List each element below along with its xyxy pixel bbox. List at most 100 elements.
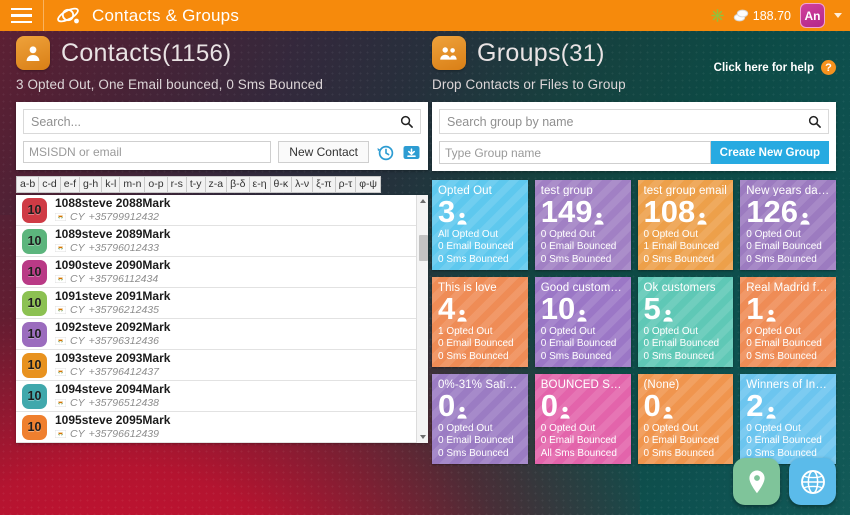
contact-country: CY bbox=[70, 334, 85, 347]
scroll-down-arrow-icon[interactable] bbox=[417, 431, 428, 443]
alpha-tab-11[interactable]: ε-η bbox=[248, 176, 270, 193]
contact-row[interactable]: 10 1090steve 2090Mark CY +35796112434 bbox=[16, 257, 416, 288]
person-icon bbox=[765, 406, 776, 419]
group-sms-bounced: 0 Sms Bounced bbox=[746, 350, 817, 362]
planet-orbit-logo-icon[interactable] bbox=[56, 6, 82, 26]
contacts-title: Contacts(1156) bbox=[61, 39, 231, 68]
contact-row[interactable]: 10 1094steve 2094Mark CY +35796512438 bbox=[16, 381, 416, 412]
group-sms-bounced: 0 Sms Bounced bbox=[540, 253, 612, 265]
group-tile-count-wrap: 1 bbox=[746, 291, 830, 326]
contact-phone: +35796312436 bbox=[88, 334, 159, 347]
groups-title-text: Groups bbox=[477, 38, 561, 67]
contact-country: CY bbox=[70, 303, 85, 316]
sparkle-icon[interactable] bbox=[710, 9, 724, 22]
alpha-tab-2[interactable]: e-f bbox=[59, 176, 80, 193]
contact-count-badge: 10 bbox=[22, 197, 47, 223]
contacts-list-scroll-area: 10 1088steve 2088Mark CY +35799912432 10 1089… bbox=[16, 195, 416, 443]
group-tile-stats: 0 Opted Out 0 Email Bounced All Sms Bounce… bbox=[541, 423, 625, 461]
group-tile-count-wrap: 149 bbox=[541, 194, 625, 229]
group-opted-out: 0 Opted Out bbox=[746, 325, 801, 337]
question-mark-icon[interactable]: ? bbox=[821, 60, 836, 75]
alpha-tab-7[interactable]: r-s bbox=[166, 176, 186, 193]
alpha-tab-12[interactable]: θ-κ bbox=[269, 176, 292, 193]
contacts-panel: Contacts(1156) 3 Opted Out, One Email bo… bbox=[16, 36, 428, 443]
new-contact-button[interactable]: New Contact bbox=[278, 141, 369, 163]
contact-row[interactable]: 10 1093steve 2093Mark CY +35796412437 bbox=[16, 350, 416, 381]
alpha-tab-3[interactable]: g-h bbox=[79, 176, 102, 193]
contact-row[interactable]: 10 1092steve 2092Mark CY +35796312436 bbox=[16, 319, 416, 350]
credit-balance[interactable]: 188.70 bbox=[733, 9, 791, 23]
contact-row[interactable]: 10 1091steve 2091Mark CY +35796212435 bbox=[16, 288, 416, 319]
contact-info: 1089steve 2089Mark CY +35796012433 bbox=[55, 227, 170, 254]
hamburger-menu-icon[interactable] bbox=[0, 0, 44, 31]
contact-row[interactable]: 10 1089steve 2089Mark CY +35796012433 bbox=[16, 226, 416, 257]
person-icon bbox=[663, 309, 673, 322]
groups-search-box: Create New Group bbox=[432, 102, 836, 171]
contact-info: 1091steve 2091Mark CY +35796212435 bbox=[55, 289, 170, 316]
group-tile-count: 126 bbox=[746, 193, 798, 229]
group-search-input[interactable] bbox=[447, 114, 808, 129]
alpha-tab-6[interactable]: o-p bbox=[144, 176, 167, 193]
alpha-tab-15[interactable]: ρ-τ bbox=[334, 176, 356, 193]
group-tile[interactable]: Ok customers 5 0 Opted Out 0 Email Bounced 0… bbox=[637, 277, 734, 367]
alpha-tab-9[interactable]: z-a bbox=[204, 176, 227, 193]
contact-phone: +35796512438 bbox=[88, 396, 159, 409]
group-tile-stats: 0 Opted Out 0 Email Bounced 0 Sms Bounced bbox=[644, 423, 728, 461]
group-tile[interactable]: 0%-31% Satisfac...00 Opted Out0 Email Bo… bbox=[432, 374, 528, 464]
help-link[interactable]: Click here for help ? bbox=[714, 60, 836, 75]
group-tile[interactable]: BOUNCED SMS 0 0 Opted Out 0 Email Bounced Al… bbox=[534, 374, 631, 464]
contacts-search-input[interactable] bbox=[31, 114, 400, 129]
group-tile[interactable]: Opted Out 3 All Opted Out 0 Email Bounced 0 … bbox=[432, 180, 528, 270]
alpha-tab-4[interactable]: k-l bbox=[101, 176, 120, 193]
scrollbar-thumb[interactable] bbox=[418, 235, 428, 261]
group-tile-count-wrap: 3 bbox=[438, 194, 522, 229]
contact-phone-meta: CY +35796212435 bbox=[55, 304, 170, 316]
contact-country: CY bbox=[70, 396, 85, 409]
credit-value: 188.70 bbox=[752, 8, 791, 23]
globe-fab[interactable] bbox=[789, 458, 836, 505]
contact-count-badge: 10 bbox=[22, 414, 47, 440]
group-tile[interactable]: Winners of Insta...20 Opted Out0 Email B… bbox=[740, 374, 836, 464]
group-tile[interactable]: test group 149 0 Opted Out 0 Email Bounced 0… bbox=[534, 180, 631, 270]
contacts-list-scrollbar[interactable] bbox=[416, 195, 428, 443]
contact-row[interactable]: 10 1088steve 2088Mark CY +35799912432 bbox=[16, 195, 416, 226]
group-email-bounced: 0 Email Bounced bbox=[746, 435, 822, 446]
group-tile-stats: 0 Opted Out 1 Email Bounced 0 Sms Bounced bbox=[644, 229, 728, 267]
group-opted-out: All Opted Out bbox=[438, 228, 499, 240]
alpha-tab-1[interactable]: c-d bbox=[38, 176, 60, 193]
search-icon[interactable] bbox=[808, 115, 821, 128]
create-new-group-button[interactable]: Create New Group bbox=[710, 141, 829, 164]
avatar[interactable]: An bbox=[800, 3, 825, 28]
contact-phone-meta: CY +35796512438 bbox=[55, 397, 170, 409]
history-clock-icon[interactable] bbox=[376, 143, 395, 162]
group-name-input[interactable] bbox=[439, 141, 711, 164]
group-tile[interactable]: Real Madrid fans 1 0 Opted Out 0 Email Boun… bbox=[740, 277, 836, 367]
group-email-bounced: 1 Email Bounced bbox=[643, 241, 720, 252]
group-tile[interactable]: This is love 4 1 Opted Out 0 Email Bounced 0… bbox=[432, 277, 528, 367]
person-icon bbox=[457, 212, 467, 225]
group-tile[interactable]: test group email 108 0 Opted Out 1 Email Bo… bbox=[637, 180, 734, 270]
alpha-tab-8[interactable]: t-y bbox=[185, 176, 205, 193]
search-icon[interactable] bbox=[400, 115, 413, 128]
group-tile-count-wrap: 2 bbox=[746, 388, 830, 423]
group-tile-stats: 0 Opted Out 0 Email Bounced 0 Sms Bounced bbox=[746, 229, 830, 267]
chevron-down-icon[interactable] bbox=[834, 13, 842, 18]
import-download-icon[interactable] bbox=[402, 143, 421, 162]
alpha-tab-16[interactable]: φ-ψ bbox=[355, 176, 382, 193]
contact-row[interactable]: 10 1095steve 2095Mark CY +35796612439 bbox=[16, 412, 416, 443]
map-pin-fab[interactable] bbox=[733, 458, 780, 505]
group-tile-count: 4 bbox=[438, 290, 456, 326]
alpha-tab-5[interactable]: m-n bbox=[119, 176, 145, 193]
alpha-tab-14[interactable]: ξ-π bbox=[312, 176, 335, 193]
group-tile-count-wrap: 4 bbox=[438, 290, 522, 326]
person-icon bbox=[800, 212, 810, 225]
msisdn-or-email-input[interactable] bbox=[23, 141, 272, 163]
scroll-up-arrow-icon[interactable] bbox=[417, 195, 428, 207]
alpha-tab-0[interactable]: a-b bbox=[16, 176, 39, 193]
contact-phone: +35796212435 bbox=[88, 303, 159, 316]
alpha-tab-13[interactable]: λ-ν bbox=[291, 176, 313, 193]
group-tile[interactable]: (None) 0 0 Opted Out 0 Email Bounced 0 Sms B… bbox=[637, 374, 734, 464]
alpha-tab-10[interactable]: β-δ bbox=[226, 176, 249, 193]
group-tile[interactable]: Good customers 10 0 Opted Out 0 Email Bounc… bbox=[534, 277, 631, 367]
group-tile[interactable]: New years day o...1260 Opted Out0 Email … bbox=[740, 180, 836, 270]
